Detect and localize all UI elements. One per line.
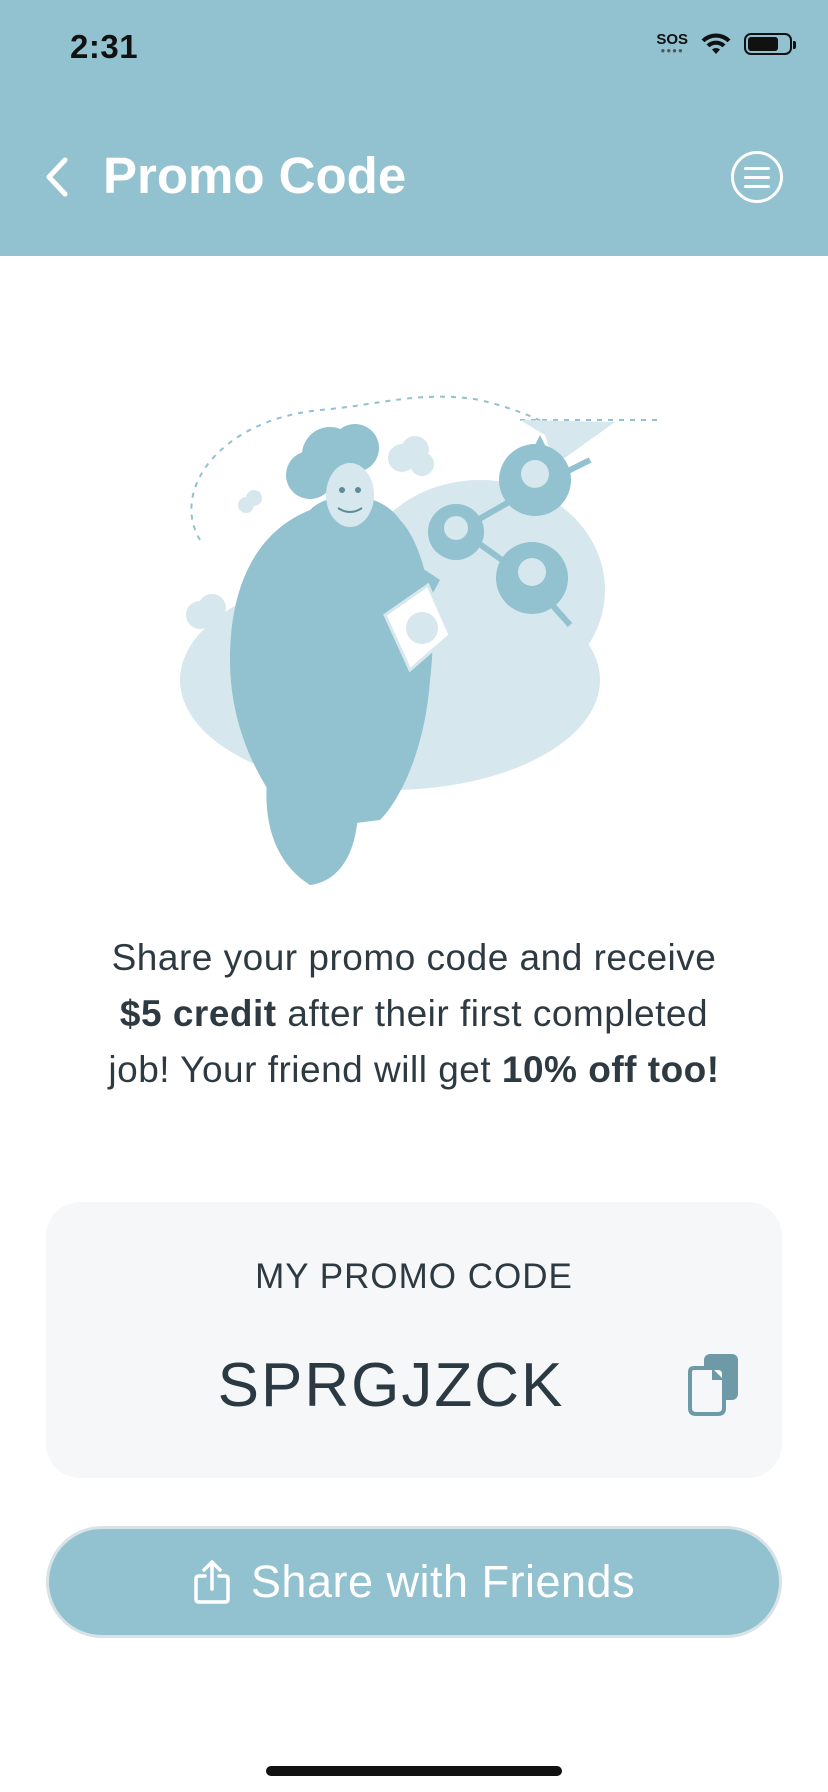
chevron-left-icon xyxy=(46,157,68,197)
promo-code-card: MY PROMO CODE SPRGJZCK xyxy=(46,1202,782,1478)
description-text-1: Share your promo code and receive xyxy=(111,937,717,978)
menu-icon-line xyxy=(744,166,770,170)
promo-description: Share your promo code and receive $5 cre… xyxy=(90,930,738,1098)
battery-icon xyxy=(744,33,796,55)
header-bar: 2:31 SOS ●●●● Promo Code xyxy=(0,0,828,256)
menu-icon-line xyxy=(744,184,770,188)
battery-level xyxy=(748,37,778,51)
share-with-friends-button[interactable]: Share with Friends xyxy=(46,1526,782,1638)
referral-illustration xyxy=(180,395,660,885)
menu-button[interactable] xyxy=(731,151,783,203)
sos-indicator: SOS ●●●● xyxy=(656,32,688,55)
copy-button[interactable] xyxy=(684,1350,744,1418)
credit-amount: $5 credit xyxy=(119,993,277,1034)
promo-code-value[interactable]: SPRGJZCK xyxy=(46,1350,736,1421)
signal-dots-icon: ●●●● xyxy=(660,46,684,55)
home-indicator[interactable] xyxy=(266,1766,562,1776)
discount-amount: 10% off too! xyxy=(501,1049,720,1090)
promo-code-label: MY PROMO CODE xyxy=(255,1257,573,1296)
status-time: 2:31 xyxy=(70,28,139,65)
copy-icon xyxy=(688,1354,738,1416)
back-button[interactable] xyxy=(36,150,76,204)
menu-icon-line xyxy=(744,175,770,179)
share-icon xyxy=(194,1560,230,1604)
share-button-label: Share with Friends xyxy=(250,1556,636,1607)
wifi-icon xyxy=(701,33,731,54)
page-title: Promo Code xyxy=(103,147,407,204)
status-icons: SOS ●●●● xyxy=(656,32,796,56)
